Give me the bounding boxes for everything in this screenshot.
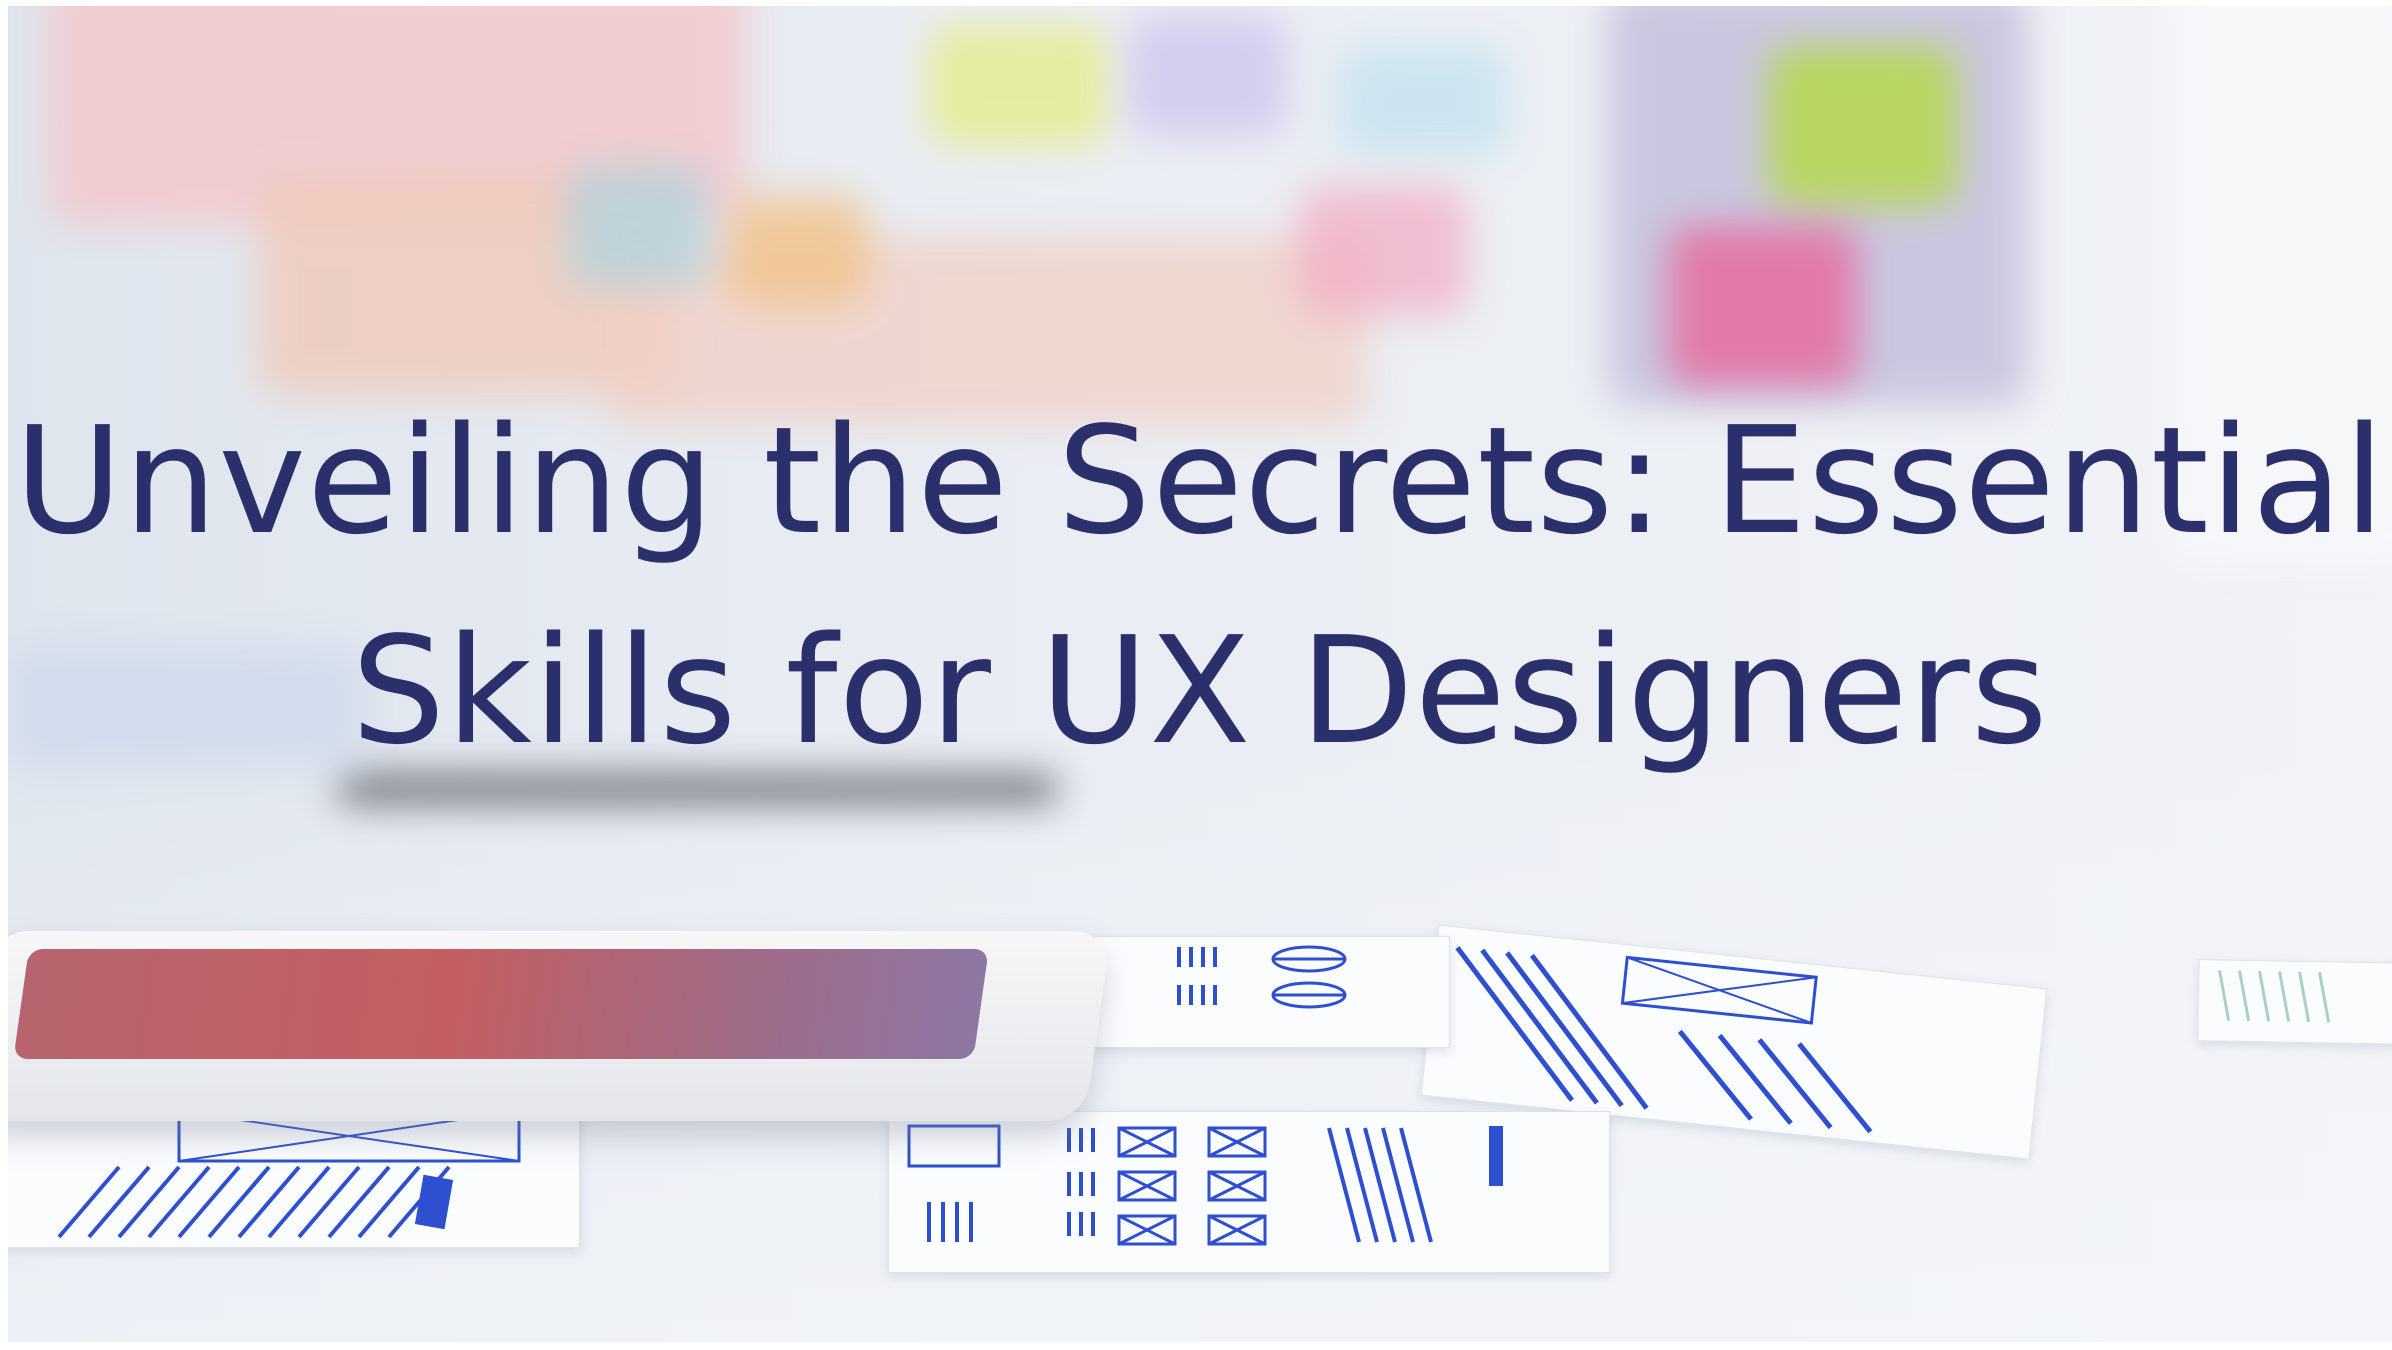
tablet-device — [8, 931, 1112, 1121]
title-line-1: Unveiling the Secrets: Essential — [14, 395, 2386, 567]
wireframe-paper-left — [8, 1106, 580, 1248]
tablet-screen — [13, 949, 989, 1059]
blurred-sticky-note-purple — [1128, 16, 1288, 136]
blurred-sticky-note-cyan — [568, 166, 708, 286]
wireframe-sketch-left — [57, 1109, 521, 1239]
title-overlay: Unveiling the Secrets: Essential Skills … — [8, 376, 2392, 796]
blurred-sticky-note-green — [1768, 46, 1958, 206]
blurred-sticky-note-blue — [1338, 46, 1508, 156]
blurred-sticky-note-yellow — [928, 26, 1108, 146]
wireframe-paper-far-right — [2197, 959, 2392, 1045]
blurred-sticky-note-orange — [728, 196, 868, 306]
hero-image: Unveiling the Secrets: Essential Skills … — [8, 6, 2392, 1342]
wireframe-paper-small — [1088, 936, 1450, 1048]
wireframe-sketch-small — [1177, 945, 1347, 1009]
wireframe-sketch-center — [907, 1124, 1503, 1246]
blurred-sticky-note-pink — [1298, 186, 1468, 316]
wireframe-sketch-far-right — [2218, 970, 2331, 1023]
wireframe-paper-center — [888, 1111, 1610, 1273]
title-line-2: Skills for UX Designers — [351, 605, 2049, 777]
blurred-sticky-note-magenta — [1668, 226, 1858, 386]
